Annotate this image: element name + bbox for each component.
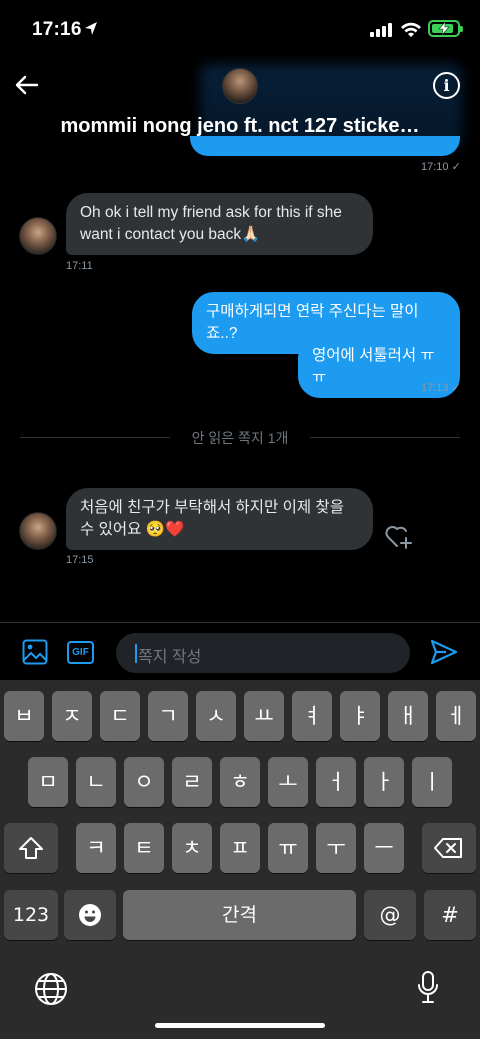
back-arrow-icon[interactable]: [14, 72, 40, 98]
text-caret: [135, 644, 137, 663]
key[interactable]: ㅁ: [28, 757, 68, 807]
hash-key[interactable]: #: [424, 890, 476, 940]
key[interactable]: ㅑ: [340, 691, 380, 741]
key[interactable]: ㅕ: [292, 691, 332, 741]
sender-avatar[interactable]: [19, 512, 57, 550]
message-input-placeholder: 쪽지 작성: [138, 649, 202, 666]
conversation-title[interactable]: mommii nong jeno ft. nct 127 sticke…: [0, 115, 480, 138]
korean-keyboard: ㅂ ㅈ ㄷ ㄱ ㅅ ㅛ ㅕ ㅑ ㅐ ㅔ ㅁ ㄴ ㅇ ㄹ ㅎ ㅗ ㅓ ㅏ ㅣ ㅋ …: [0, 680, 480, 1039]
sender-avatar[interactable]: [19, 217, 57, 255]
emoji-icon: [79, 904, 101, 926]
key[interactable]: ㅓ: [316, 757, 356, 807]
key[interactable]: ㅔ: [436, 691, 476, 741]
image-icon[interactable]: [22, 639, 48, 665]
message-timestamp: 17:15: [66, 554, 94, 566]
message-timestamp: 17:13 ✓: [421, 382, 461, 394]
key[interactable]: ㅛ: [244, 691, 284, 741]
key[interactable]: ㅅ: [196, 691, 236, 741]
key[interactable]: ㄱ: [148, 691, 188, 741]
info-icon[interactable]: i: [433, 72, 460, 99]
at-key[interactable]: @: [364, 890, 416, 940]
key[interactable]: ㅜ: [316, 823, 356, 873]
microphone-icon[interactable]: [416, 970, 440, 1006]
received-message-bubble[interactable]: 처음에 친구가 부탁해서 하지만 이제 찾을 수 있어요 🥺❤️: [66, 488, 373, 550]
received-message-bubble[interactable]: Oh ok i tell my friend ask for this if s…: [66, 193, 373, 255]
key[interactable]: ㅐ: [388, 691, 428, 741]
key[interactable]: ㅌ: [124, 823, 164, 873]
backspace-icon: [434, 838, 462, 858]
key[interactable]: ㅏ: [364, 757, 404, 807]
wifi-icon: [401, 22, 421, 37]
backspace-key[interactable]: [422, 823, 476, 873]
key[interactable]: ㄴ: [76, 757, 116, 807]
status-time: 17:16: [32, 19, 82, 40]
key[interactable]: ㅍ: [220, 823, 260, 873]
message-composer: GIF 쪽지 작성: [0, 622, 480, 680]
numbers-key[interactable]: 123: [4, 890, 58, 940]
previous-message-bubble[interactable]: [190, 136, 460, 156]
location-icon: [85, 22, 97, 35]
key[interactable]: ㄷ: [100, 691, 140, 741]
key[interactable]: ㅣ: [412, 757, 452, 807]
key[interactable]: ㅡ: [364, 823, 404, 873]
key[interactable]: ㅈ: [52, 691, 92, 741]
space-key[interactable]: 간격: [123, 890, 356, 940]
globe-icon[interactable]: [34, 972, 68, 1006]
status-bar: 17:16: [0, 0, 480, 60]
key[interactable]: ㅋ: [76, 823, 116, 873]
message-timestamp: 17:10 ✓: [421, 161, 461, 173]
shift-key[interactable]: [4, 823, 58, 873]
key[interactable]: ㅂ: [4, 691, 44, 741]
key[interactable]: ㅎ: [220, 757, 260, 807]
home-indicator[interactable]: [155, 1023, 325, 1028]
key[interactable]: ㅗ: [268, 757, 308, 807]
unread-divider-label: 안 읽은 쪽지 1개: [191, 430, 289, 446]
message-timestamp: 17:11: [66, 260, 93, 272]
shift-icon: [19, 837, 43, 859]
key[interactable]: ㅊ: [172, 823, 212, 873]
add-reaction-heart-icon[interactable]: [384, 522, 414, 550]
key[interactable]: ㄹ: [172, 757, 212, 807]
battery-icon: [428, 20, 463, 37]
contact-avatar[interactable]: [222, 68, 258, 104]
cellular-signal-icon: [370, 23, 392, 37]
emoji-key[interactable]: [64, 890, 116, 940]
unread-divider: 안 읽은 쪽지 1개: [20, 427, 460, 447]
key[interactable]: ㅠ: [268, 823, 308, 873]
key[interactable]: ㅇ: [124, 757, 164, 807]
message-input[interactable]: 쪽지 작성: [116, 633, 410, 673]
gif-button[interactable]: GIF: [67, 641, 94, 664]
send-icon[interactable]: [430, 639, 458, 665]
